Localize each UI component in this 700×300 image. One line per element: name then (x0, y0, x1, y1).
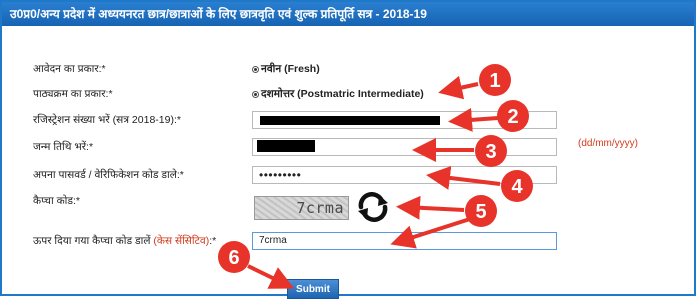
redacted-dob (257, 140, 315, 152)
course-type-radio[interactable]: दशमोत्तर (Postmatric Intermediate) (252, 87, 424, 101)
course-type-value: दशमोत्तर (Postmatric Intermediate) (261, 88, 424, 100)
application-type-label: आवेदन का प्रकार:* (33, 63, 106, 75)
course-type-label: पाठ्यक्रम का प्रकार:* (33, 88, 113, 100)
captcha-input-label-main: ऊपर दिया गया कैप्चा कोड डालें (33, 235, 151, 247)
case-sensitive-note: (केस सेंसिटिव) (153, 235, 210, 247)
captcha-input-label: ऊपर दिया गया कैप्चा कोड डालें (केस सेंसि… (33, 234, 216, 248)
captcha-input[interactable]: 7crma (252, 232, 557, 250)
refresh-captcha-icon[interactable] (355, 192, 391, 222)
captcha-image: 7crma (254, 196, 349, 220)
dob-label: जन्म तिथि भरें:* (33, 141, 94, 153)
submit-button[interactable]: Submit (287, 279, 339, 299)
application-type-value: नवीन (Fresh) (261, 63, 320, 75)
application-type-radio[interactable]: नवीन (Fresh) (252, 62, 320, 76)
redacted-registration (260, 116, 440, 125)
captcha-label: कैप्चा कोड:* (33, 195, 81, 207)
radio-selected-icon (252, 65, 259, 73)
password-input[interactable]: ••••••••• (252, 166, 557, 184)
page-title: उ0प्र0/अन्य प्रदेश में अध्ययनरत छात्र/छा… (2, 2, 694, 26)
radio-selected-icon (252, 90, 259, 98)
captcha-input-label-suffix: :* (209, 235, 217, 247)
dob-format-hint: (dd/mm/yyyy) (578, 138, 638, 149)
password-label: अपना पासवर्ड / वेरिफिकेशन कोड डाले:* (33, 169, 184, 181)
registration-label: रजिस्ट्रेशन संख्या भरें (सत्र 2018-19):* (33, 114, 181, 126)
